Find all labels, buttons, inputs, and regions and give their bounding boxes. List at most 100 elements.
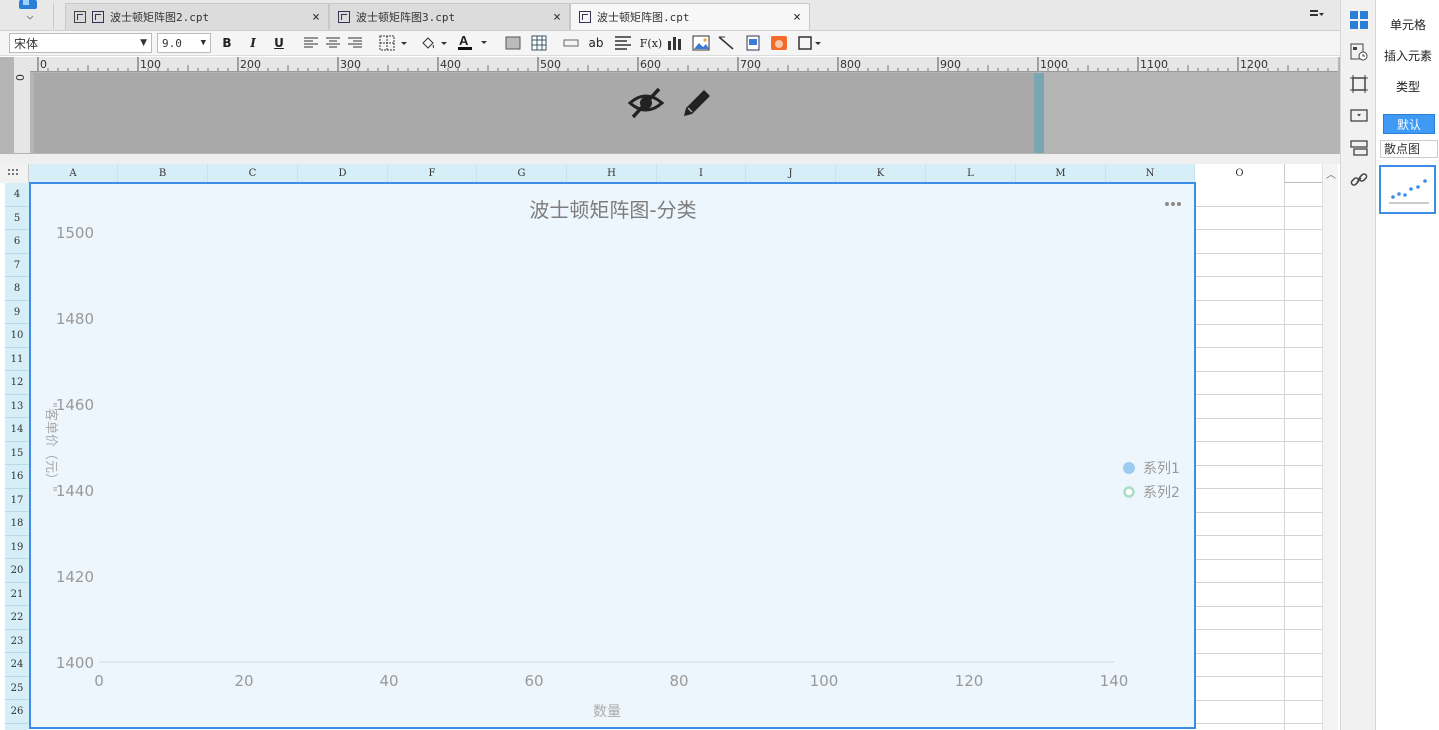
- column-header[interactable]: D: [298, 164, 388, 183]
- report-file-icon: [338, 11, 350, 23]
- row-header[interactable]: 20: [5, 559, 29, 583]
- subreport-icon[interactable]: [745, 35, 761, 54]
- slash-line-icon[interactable]: [718, 35, 734, 54]
- grid-line: [1196, 488, 1322, 489]
- row-header[interactable]: 11: [5, 348, 29, 371]
- image-icon[interactable]: [692, 35, 710, 54]
- row-header[interactable]: 10: [5, 324, 29, 348]
- row-header[interactable]: 19: [5, 536, 29, 559]
- align-center-icon[interactable]: [325, 36, 341, 53]
- row-header[interactable]: 24: [5, 653, 29, 677]
- tab-file-main[interactable]: 波士顿矩阵图.cpt ×: [570, 3, 810, 30]
- page-width-boundary[interactable]: [1034, 73, 1044, 153]
- vertical-scrollbar[interactable]: ︿: [1322, 164, 1338, 730]
- align-right-icon[interactable]: [347, 36, 363, 53]
- row-header[interactable]: 13: [5, 395, 29, 418]
- panel-title-cell[interactable]: 单元格: [1377, 16, 1439, 33]
- grid-line: [1196, 606, 1322, 607]
- column-header[interactable]: L: [926, 164, 1016, 183]
- column-header[interactable]: M: [1016, 164, 1106, 183]
- italic-button[interactable]: I: [243, 34, 263, 52]
- close-icon[interactable]: ×: [312, 10, 320, 25]
- row-header[interactable]: 17: [5, 489, 29, 512]
- row-header[interactable]: 21: [5, 583, 29, 606]
- column-header[interactable]: B: [118, 164, 208, 183]
- fill-color-icon[interactable]: [419, 35, 449, 54]
- close-icon[interactable]: ×: [553, 10, 561, 25]
- underline-button[interactable]: U: [269, 34, 289, 52]
- column-header[interactable]: G: [477, 164, 567, 183]
- column-header[interactable]: K: [836, 164, 926, 183]
- grid-line: [1196, 347, 1322, 348]
- close-icon[interactable]: ×: [793, 10, 801, 25]
- row-header[interactable]: 14: [5, 418, 29, 442]
- row-header[interactable]: 25: [5, 677, 29, 700]
- cell-grid[interactable]: [1196, 183, 1322, 730]
- column-header[interactable]: F: [388, 164, 477, 183]
- crop-frame-icon[interactable]: [1350, 75, 1368, 93]
- formula-button[interactable]: F(x): [639, 34, 663, 52]
- row-header[interactable]: 18: [5, 512, 29, 536]
- page-header-region[interactable]: [34, 73, 1034, 153]
- row-header[interactable]: 9: [5, 301, 29, 324]
- bar-chart-icon[interactable]: [667, 35, 683, 54]
- row-header[interactable]: 7: [5, 254, 29, 277]
- cell-property-icon[interactable]: [1350, 11, 1368, 29]
- element-property-icon[interactable]: [1350, 43, 1368, 61]
- font-size-select[interactable]: 9.0 ▼: [157, 33, 211, 53]
- row-header[interactable]: 8: [5, 277, 29, 301]
- column-header[interactable]: J: [746, 164, 836, 183]
- scatter-thumbnail[interactable]: [1379, 165, 1436, 214]
- default-type-button[interactable]: 默认: [1383, 114, 1435, 134]
- tab-file-3[interactable]: 波士顿矩阵图3.cpt ×: [329, 3, 570, 30]
- select-all-corner[interactable]: [0, 164, 29, 183]
- form-widget-icon[interactable]: [1350, 139, 1368, 157]
- tab-list-menu-icon[interactable]: [1310, 8, 1324, 23]
- align-left-icon[interactable]: [303, 36, 319, 53]
- x-tick-label: 80: [669, 672, 688, 690]
- bold-button[interactable]: B: [217, 34, 237, 52]
- row-header[interactable]: 4: [5, 183, 29, 207]
- column-header[interactable]: O: [1195, 164, 1285, 183]
- row-header[interactable]: 15: [5, 442, 29, 465]
- scatter-chart[interactable]: 波士顿矩阵图-分类 1500 1480 1460 1440 1420 1400 0 20 40 60…: [29, 182, 1196, 729]
- row-header[interactable]: 23: [5, 630, 29, 653]
- grid-line: [1196, 229, 1322, 230]
- grid-table-icon[interactable]: [531, 35, 547, 54]
- column-header[interactable]: H: [567, 164, 657, 183]
- textfield-icon[interactable]: [563, 37, 579, 52]
- column-header[interactable]: C: [208, 164, 298, 183]
- row-header[interactable]: 6: [5, 230, 29, 254]
- row-header[interactable]: 5: [5, 207, 29, 230]
- merge-cells-icon[interactable]: [505, 36, 521, 53]
- flash-image-icon[interactable]: [770, 35, 788, 54]
- column-header[interactable]: N: [1106, 164, 1195, 183]
- x-tick-label: 0: [94, 672, 104, 690]
- paragraph-icon[interactable]: [614, 35, 632, 54]
- row-header[interactable]: 16: [5, 465, 29, 489]
- row-header[interactable]: 22: [5, 606, 29, 630]
- hide-eye-icon[interactable]: [627, 86, 665, 123]
- border-select-icon[interactable]: [379, 35, 409, 54]
- hyperlink-icon[interactable]: [1350, 171, 1368, 189]
- text-element-button[interactable]: ab: [586, 34, 606, 52]
- panel-type-label: 类型: [1395, 80, 1420, 94]
- chart-type-select[interactable]: 散点图: [1380, 140, 1438, 158]
- app-logo-icon[interactable]: [16, 0, 42, 20]
- row-header[interactable]: 26: [5, 700, 29, 724]
- edit-pencil-icon[interactable]: [680, 86, 714, 123]
- column-header[interactable]: I: [657, 164, 746, 183]
- widget-dropdown-icon[interactable]: [1350, 107, 1368, 125]
- grid-line: [1196, 276, 1322, 277]
- panel-insert-element[interactable]: 插入元素: [1377, 47, 1439, 64]
- sheet-gap: [0, 154, 1340, 164]
- scroll-up-icon[interactable]: ︿: [1326, 166, 1336, 181]
- tab-separator: [53, 3, 54, 29]
- column-header[interactable]: A: [29, 164, 118, 183]
- grid-line: [1196, 723, 1322, 724]
- tab-file-2[interactable]: 波士顿矩阵图2.cpt ×: [65, 3, 329, 30]
- font-family-select[interactable]: 宋体 ▼: [9, 33, 152, 53]
- row-header[interactable]: 12: [5, 371, 29, 395]
- font-color-icon[interactable]: A: [457, 33, 489, 54]
- float-element-icon[interactable]: [797, 35, 825, 54]
